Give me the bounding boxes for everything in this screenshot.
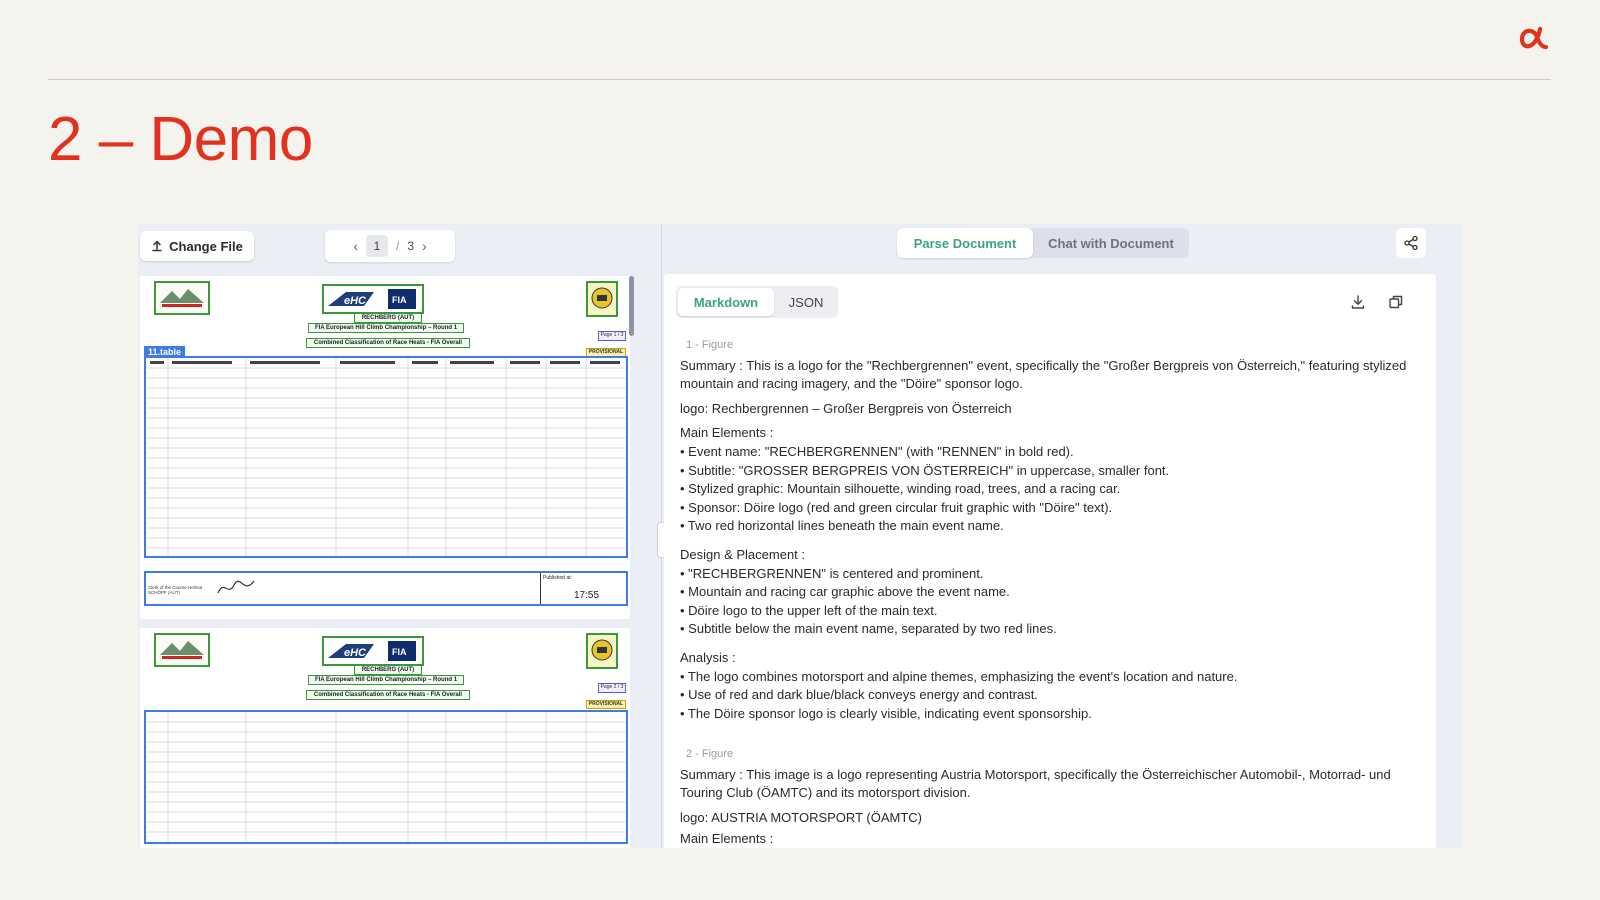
doc-event-line: RECHBERG (AUT) — [354, 665, 422, 675]
figure-summary: Summary : This is a logo for the "Rechbe… — [680, 357, 1407, 392]
figure-logo-line: logo: AUSTRIA MOTORSPORT (ÖAMTC) — [680, 810, 922, 826]
section-heading: Design & Placement : — [680, 546, 806, 562]
download-icon[interactable] — [1350, 294, 1366, 310]
tab-parse-document[interactable]: Parse Document — [897, 228, 1033, 258]
svg-text:eHC: eHC — [344, 295, 367, 307]
copy-icon[interactable] — [1388, 294, 1404, 310]
preview-scrollbar[interactable] — [629, 276, 634, 336]
list-item: • Sponsor: Döire logo (red and green cir… — [680, 499, 1113, 515]
document-page-1: eHC FIA RECHBERG (AUT) FIA European Hill … — [140, 276, 630, 619]
list-item: • The logo combines motorsport and alpin… — [680, 668, 1238, 684]
signature-image — [217, 580, 255, 594]
rechbergrennen-logo-figure[interactable] — [154, 281, 210, 315]
list-item: • Subtitle: "GROSSER BERGPREIS VON ÖSTER… — [680, 462, 1170, 478]
doc-classification: Combined Classification of Race Heats - … — [306, 338, 470, 348]
upload-icon — [152, 240, 162, 252]
total-pages: 3 — [407, 239, 415, 253]
page-separator: / — [395, 239, 400, 253]
result-card: Markdown JSON 1 - Figure Summary : This … — [664, 274, 1436, 848]
brand-alpha-logo — [1519, 26, 1549, 50]
ehc-fia-logo-figure[interactable]: eHC FIA — [322, 636, 424, 666]
list-item: • Subtitle below the main event name, se… — [680, 621, 1057, 637]
mode-tabs: Parse Document Chat with Document — [897, 228, 1189, 258]
doc-championship: FIA European Hill Climb Championship – R… — [308, 675, 464, 685]
share-button[interactable] — [1396, 228, 1426, 258]
results-table-figure[interactable] — [144, 710, 628, 844]
section-heading: Main Elements : — [680, 830, 774, 846]
markdown-output: 1 - Figure Summary : This is a logo for … — [680, 336, 1420, 848]
current-page-input[interactable]: 1 — [365, 235, 388, 257]
doc-page-label: Page 1 / 3 — [598, 331, 626, 341]
list-item: • Döire logo to the upper left of the ma… — [680, 602, 938, 618]
header-divider — [48, 79, 1551, 80]
list-item: • "RECHBERGRENNEN" is centered and promi… — [680, 565, 984, 581]
figure-label: 2 - Figure — [686, 748, 734, 761]
austria-motorsport-logo-figure[interactable] — [586, 281, 618, 317]
published-time: 17:55 — [574, 590, 600, 601]
tab-json[interactable]: JSON — [776, 288, 836, 316]
doc-provisional-badge: PROVISIONAL — [586, 700, 626, 709]
doc-event-line: RECHBERG (AUT) — [354, 313, 422, 323]
figure-summary: Summary : This image is a logo represent… — [680, 766, 1391, 801]
list-item: • Stylized graphic: Mountain silhouette,… — [680, 481, 1121, 497]
list-item: • Use of red and dark blue/black conveys… — [680, 687, 1038, 703]
doc-page-label: Page 2 / 3 — [598, 683, 626, 693]
slide-title: 2 – Demo — [48, 105, 313, 174]
figure-logo-line: logo: Rechbergrennen – Großer Bergpreis … — [680, 400, 1012, 416]
svg-text:eHC: eHC — [344, 647, 367, 659]
svg-text:FIA: FIA — [392, 647, 407, 657]
change-file-button[interactable]: Change File — [140, 231, 254, 261]
list-item: • Two red horizontal lines beneath the m… — [680, 518, 1004, 534]
svg-text:FIA: FIA — [392, 295, 407, 305]
parse-result-pane: Parse Document Chat with Document Markdo… — [664, 224, 1462, 848]
list-item: • Mountain and racing car graphic above … — [680, 584, 1010, 600]
doc-championship: FIA European Hill Climb Championship – R… — [308, 323, 464, 333]
section-heading: Main Elements : — [680, 425, 774, 441]
section-heading: Analysis : — [680, 649, 736, 665]
demo-app-window: Change File ‹ 1 / 3 › eHC FIA RECHBERG (A… — [138, 224, 1462, 848]
chevron-left-icon[interactable]: ‹ — [353, 238, 358, 254]
austria-motorsport-logo-figure[interactable] — [586, 633, 618, 669]
figure-label: 1 - Figure — [686, 339, 734, 351]
list-item: • The Döire sponsor logo is clearly visi… — [680, 705, 1092, 721]
tab-chat-with-document[interactable]: Chat with Document — [1033, 228, 1189, 258]
list-item: • Event name: "RECHBERGRENNEN" (with "RE… — [680, 443, 1074, 459]
page-navigator: ‹ 1 / 3 › — [325, 230, 455, 262]
doc-classification: Combined Classification of Race Heats - … — [306, 690, 470, 700]
chevron-right-icon[interactable]: › — [422, 238, 427, 254]
clerk-of-course: Clerk of the Course Helmut SCHÖPF (AUT) — [148, 585, 203, 595]
change-file-label: Change File — [169, 238, 243, 254]
doc-footer-box: Clerk of the Course Helmut SCHÖPF (AUT) … — [144, 571, 628, 606]
document-viewer-pane: Change File ‹ 1 / 3 › eHC FIA RECHBERG (A… — [138, 224, 658, 848]
tab-markdown[interactable]: Markdown — [678, 288, 774, 316]
document-page-2: eHC FIA RECHBERG (AUT) FIA European Hill … — [140, 628, 630, 848]
rechbergrennen-logo-figure[interactable] — [154, 633, 210, 667]
ehc-fia-logo-figure[interactable]: eHC FIA — [322, 284, 424, 314]
results-table-figure[interactable] — [144, 356, 628, 558]
share-icon — [1404, 235, 1418, 251]
format-tabs: Markdown JSON — [676, 286, 838, 318]
